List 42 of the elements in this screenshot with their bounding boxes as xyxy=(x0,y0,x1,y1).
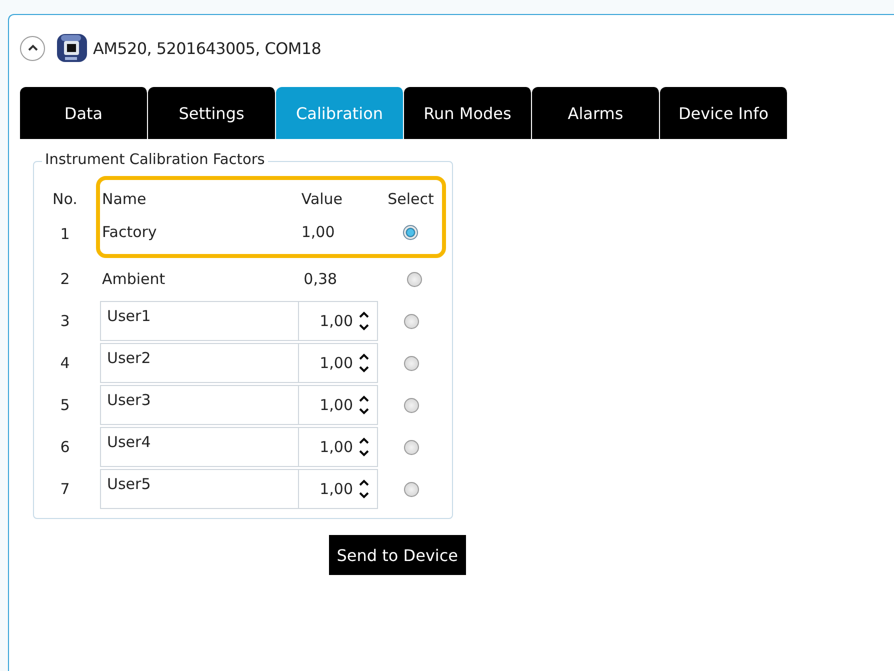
column-header: Select xyxy=(386,190,435,208)
collapse-button[interactable] xyxy=(20,36,45,60)
name-field[interactable]: User4 xyxy=(100,427,299,467)
tab[interactable]: Alarms xyxy=(532,87,660,139)
name-field[interactable]: User5 xyxy=(100,469,299,509)
radio-button[interactable] xyxy=(404,440,418,454)
row-number: 5 xyxy=(59,395,71,416)
radio-button[interactable] xyxy=(406,272,422,286)
value-spinner[interactable]: 1,00 xyxy=(299,343,378,383)
row-number: 4 xyxy=(59,353,71,374)
row-number: 2 xyxy=(59,269,71,290)
value-spinner[interactable]: 1,00 xyxy=(299,385,378,425)
radio-button[interactable] xyxy=(403,224,418,240)
value-spinner[interactable]: 1,00 xyxy=(299,301,378,341)
name-field[interactable]: User2 xyxy=(100,343,299,383)
radio-button[interactable] xyxy=(404,398,418,412)
name-text: Ambient xyxy=(101,270,166,288)
radio-button[interactable] xyxy=(404,314,418,328)
device-title: AM520, 5201643005, COM18 xyxy=(93,38,322,58)
value-text: 0,38 xyxy=(302,270,338,288)
radio-button[interactable] xyxy=(404,356,418,370)
row-number: 1 xyxy=(59,224,71,245)
column-header: Value xyxy=(300,190,344,208)
row-number: 7 xyxy=(59,479,71,500)
tab[interactable]: Device Info xyxy=(660,87,788,139)
name-text: Factory xyxy=(101,223,158,241)
value-text: 1,00 xyxy=(300,223,336,241)
send-button[interactable]: Send to Device xyxy=(328,535,466,575)
tab[interactable]: Settings xyxy=(148,87,276,139)
tab[interactable]: Data xyxy=(20,87,148,139)
value-spinner[interactable]: 1,00 xyxy=(299,469,378,509)
caret-icon xyxy=(28,44,38,52)
row-number: 6 xyxy=(59,437,71,458)
column-header: No. xyxy=(52,189,78,210)
value-spinner[interactable]: 1,00 xyxy=(299,427,378,467)
row-number: 3 xyxy=(59,311,71,332)
name-field[interactable]: User1 xyxy=(100,301,299,341)
radio-button[interactable] xyxy=(404,482,418,496)
tab[interactable]: Run Modes xyxy=(404,87,532,139)
column-header: Name xyxy=(101,190,148,208)
device-icon xyxy=(55,31,89,65)
name-field[interactable]: User3 xyxy=(100,385,299,425)
